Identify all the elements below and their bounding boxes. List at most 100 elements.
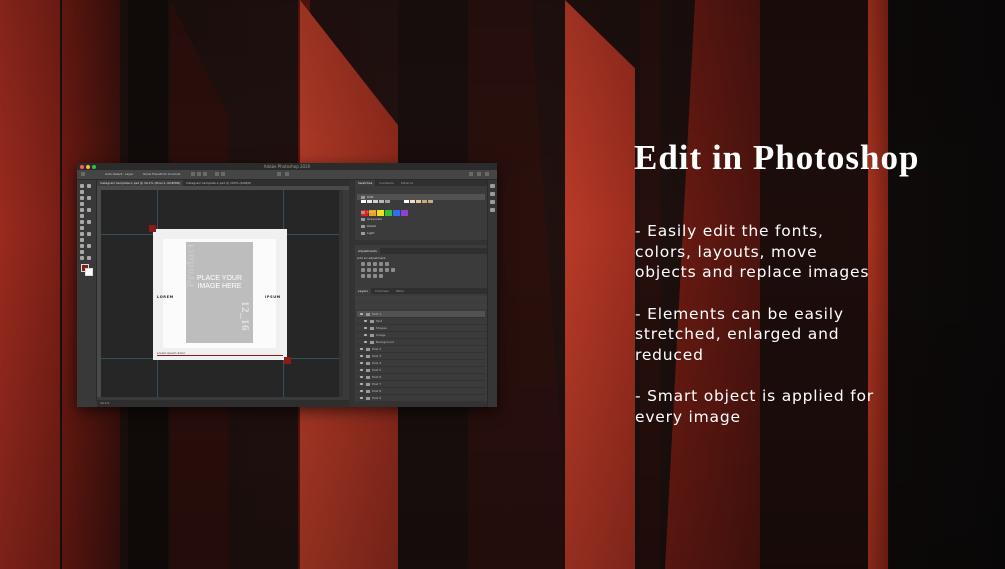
page-title: Edit in Photoshop <box>634 138 920 177</box>
share-icon[interactable] <box>485 172 489 176</box>
layer-row[interactable]: Text <box>357 318 489 325</box>
properties-icon[interactable] <box>490 192 495 196</box>
move-tool-icon[interactable] <box>80 184 84 188</box>
3d-mode-icon[interactable] <box>285 172 289 176</box>
swatch-folder[interactable]: RGB <box>357 194 485 200</box>
patch-tool-icon[interactable] <box>87 220 91 224</box>
hue-saturation-icon[interactable] <box>361 268 365 272</box>
divider <box>157 355 283 356</box>
right-label: IPSUM <box>265 295 281 299</box>
show-transform-checkbox[interactable]: Show Transform Controls <box>143 172 180 177</box>
marquee-tool-icon[interactable] <box>80 190 84 194</box>
layer-row[interactable]: Background <box>357 339 489 346</box>
background-color-swatch[interactable] <box>85 268 93 276</box>
eraser-tool-icon[interactable] <box>80 238 84 242</box>
tab-paths[interactable]: Paths <box>393 288 407 294</box>
layer-row[interactable]: Post 8 <box>357 388 485 395</box>
black-white-icon[interactable] <box>373 268 377 272</box>
layer-row[interactable]: Post 2 <box>357 346 485 353</box>
levels-icon[interactable] <box>367 262 371 266</box>
tab-patterns[interactable]: Patterns <box>398 180 416 186</box>
left-label: LOREM <box>157 295 174 299</box>
align-icon[interactable] <box>197 172 201 176</box>
gradient-tool-icon[interactable] <box>80 244 84 248</box>
tab-swatches[interactable]: Swatches <box>355 180 376 186</box>
layer-row[interactable]: Post 1 <box>357 311 485 318</box>
type-tool-icon[interactable] <box>80 256 84 260</box>
photo-filter-icon[interactable] <box>379 268 383 272</box>
feature-item: - Easily edit the fonts, colors, layouts… <box>635 222 870 281</box>
invert-icon[interactable] <box>361 274 365 278</box>
layers-footer <box>355 402 488 407</box>
vibrance-icon[interactable] <box>385 262 389 266</box>
color-lookup-icon[interactable] <box>391 268 395 272</box>
eyedropper-icon[interactable] <box>80 214 84 218</box>
layer-select[interactable]: Layer <box>125 172 133 177</box>
move-tool-icon[interactable] <box>81 172 85 176</box>
blur-tool-icon[interactable] <box>87 244 91 248</box>
layer-row[interactable]: Post 6 <box>357 374 485 381</box>
blend-mode-bar[interactable] <box>355 303 488 309</box>
align-icon[interactable] <box>203 172 207 176</box>
swatch-folder[interactable]: Grayscale <box>357 216 485 222</box>
canvas-area[interactable]: PLACE YOUR IMAGE HERE Product 12_16 LORE… <box>101 190 339 397</box>
layer-row[interactable]: Post 7 <box>357 381 485 388</box>
gradient-map-icon[interactable] <box>379 274 383 278</box>
layer-row[interactable]: Post 3 <box>357 353 485 360</box>
tab-adjustments[interactable]: Adjustments <box>355 248 380 254</box>
layer-row[interactable]: Post 4 <box>357 360 485 367</box>
pen-tool-icon[interactable] <box>80 250 84 254</box>
rgb-swatches <box>361 201 409 216</box>
lasso-tool-icon[interactable] <box>80 196 84 200</box>
color-balance-icon[interactable] <box>367 268 371 272</box>
posterize-icon[interactable] <box>367 274 371 278</box>
slice-tool-icon[interactable] <box>87 208 91 212</box>
layers-tabs: Layers Channels Paths <box>355 288 488 294</box>
3d-mode-icon[interactable] <box>277 172 281 176</box>
add-adjustment-label: Add an adjustment <box>357 256 386 260</box>
distribute-icon[interactable] <box>221 172 225 176</box>
history-brush-icon[interactable] <box>87 232 91 236</box>
layer-row[interactable]: Shapes <box>357 325 489 332</box>
quick-select-icon[interactable] <box>87 196 91 200</box>
layer-filter-bar[interactable] <box>355 296 488 302</box>
instagram-post-artboard[interactable]: PLACE YOUR IMAGE HERE Product 12_16 LORE… <box>149 225 291 364</box>
tab-gradients[interactable]: Gradients <box>376 180 397 186</box>
ps-window-title: Adobe Photoshop 2020 <box>263 164 311 169</box>
artboard-tool-icon[interactable] <box>87 184 91 188</box>
workspace-icon[interactable] <box>477 172 481 176</box>
swatch-folder[interactable]: Light <box>357 230 485 236</box>
feature-item: - Smart object is applied for every imag… <box>635 387 874 426</box>
swatch-folder[interactable]: CMYK <box>357 209 485 215</box>
magic-wand-icon[interactable] <box>80 202 84 206</box>
channel-mixer-icon[interactable] <box>385 268 389 272</box>
threshold-icon[interactable] <box>373 274 377 278</box>
healing-brush-icon[interactable] <box>80 220 84 224</box>
layer-row[interactable]: Post 9 <box>357 395 485 402</box>
auto-select-label[interactable]: Auto-Select: <box>105 172 123 177</box>
brightness-icon[interactable] <box>361 262 365 266</box>
brush-tool-icon[interactable] <box>80 226 84 230</box>
layer-row[interactable]: Post 5 <box>357 367 485 374</box>
stamp-tool-icon[interactable] <box>80 232 84 236</box>
crop-tool-icon[interactable] <box>80 208 84 212</box>
layer-row[interactable]: Image <box>357 332 489 339</box>
tab-layers[interactable]: Layers <box>355 288 371 294</box>
search-icon[interactable] <box>469 172 473 176</box>
history-icon[interactable] <box>490 184 495 188</box>
hand-tool-icon[interactable] <box>87 256 91 260</box>
distribute-icon[interactable] <box>215 172 219 176</box>
swatch-folder[interactable]: Pastel <box>357 223 485 229</box>
tab-channels[interactable]: Channels <box>372 288 392 294</box>
product-title: Product <box>183 243 197 288</box>
zoom-level[interactable]: 16.1% <box>100 401 110 405</box>
canvas-scrollbar[interactable] <box>339 190 343 397</box>
red-corner-accent <box>284 357 291 364</box>
exposure-icon[interactable] <box>379 262 383 266</box>
ps-titlebar: Adobe Photoshop 2020 <box>77 163 497 170</box>
feature-list: - Easily edit the fonts, colors, layouts… <box>635 221 905 448</box>
curves-icon[interactable] <box>373 262 377 266</box>
paragraph-icon[interactable] <box>490 208 495 212</box>
character-icon[interactable] <box>490 200 495 204</box>
align-icon[interactable] <box>191 172 195 176</box>
